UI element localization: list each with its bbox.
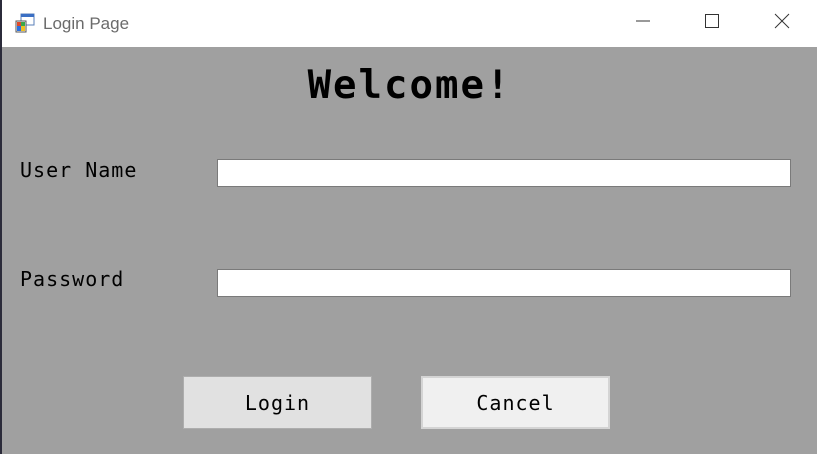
username-input[interactable] [217, 159, 791, 187]
close-icon [774, 13, 790, 34]
minimize-icon [635, 13, 651, 34]
maximize-button[interactable] [677, 0, 747, 47]
title-bar[interactable]: Login Page [2, 0, 817, 47]
login-window: Login Page Welcome! User Name Password L… [2, 0, 817, 454]
window-title: Login Page [43, 14, 130, 33]
maximize-icon [704, 13, 720, 34]
close-button[interactable] [747, 0, 817, 47]
welcome-heading: Welcome! [307, 63, 512, 108]
cancel-button[interactable]: Cancel [421, 376, 610, 429]
password-label: Password [20, 267, 125, 291]
minimize-button[interactable] [608, 0, 678, 47]
password-input[interactable] [217, 269, 791, 297]
username-label: User Name [20, 158, 138, 182]
login-button[interactable]: Login [183, 376, 372, 429]
windows-form-icon [15, 13, 35, 33]
